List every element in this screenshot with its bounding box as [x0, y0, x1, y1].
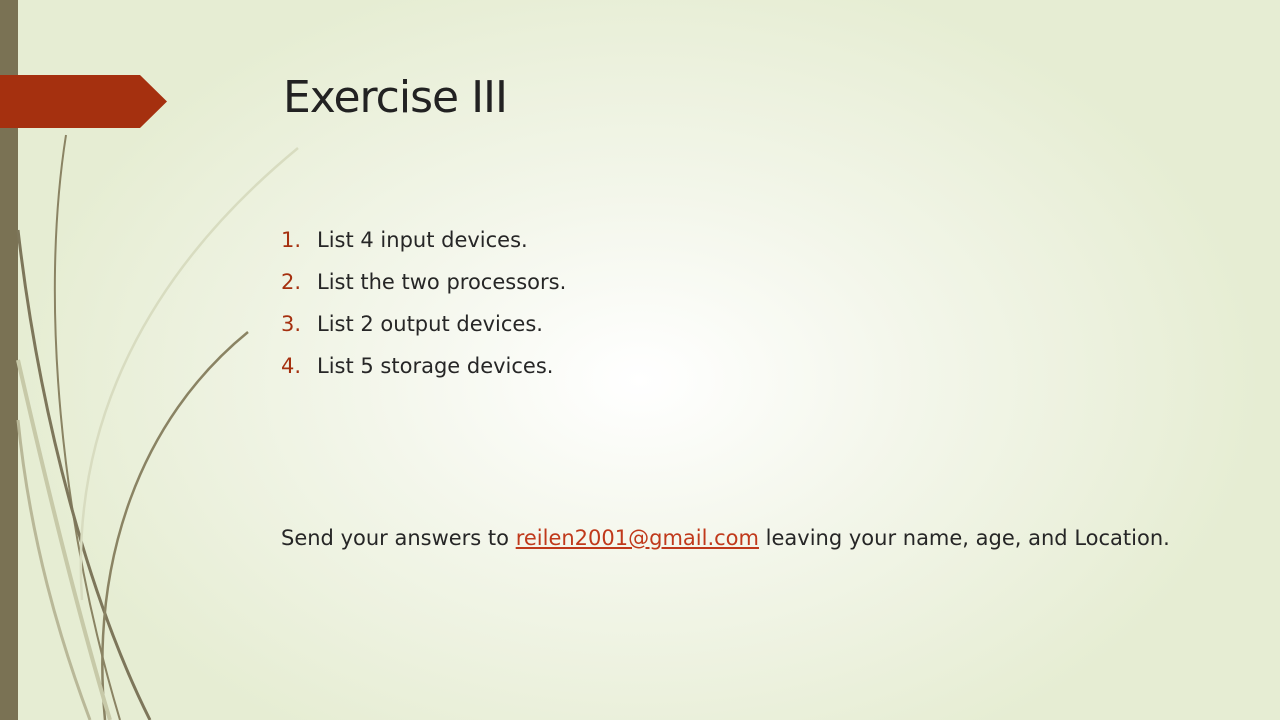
list-item-number: 3. [281, 312, 302, 336]
list-item: 2. List the two processors. [281, 270, 566, 312]
list-item-number: 2. [281, 270, 302, 294]
list-item-text: List 5 storage devices. [317, 354, 554, 378]
list-item-text: List 2 output devices. [317, 312, 543, 336]
title-arrow-tab [0, 75, 167, 128]
exercise-list: 1. List 4 input devices. 2. List the two… [281, 228, 566, 396]
email-link[interactable]: reilen2001@gmail.com [516, 526, 759, 550]
slide-title: Exercise III [283, 72, 508, 123]
list-item-number: 1. [281, 228, 302, 252]
list-item-text: List 4 input devices. [317, 228, 528, 252]
list-item-text: List the two processors. [317, 270, 567, 294]
submission-instructions: Send your answers to reilen2001@gmail.co… [281, 524, 1181, 553]
list-item: 1. List 4 input devices. [281, 228, 566, 270]
slide: Exercise III 1. List 4 input devices. 2.… [0, 0, 1280, 720]
list-item: 3. List 2 output devices. [281, 312, 566, 354]
list-item: 4. List 5 storage devices. [281, 354, 566, 396]
instructions-prefix: Send your answers to [281, 526, 516, 550]
list-item-number: 4. [281, 354, 302, 378]
instructions-suffix: leaving your name, age, and Location. [758, 526, 1170, 550]
